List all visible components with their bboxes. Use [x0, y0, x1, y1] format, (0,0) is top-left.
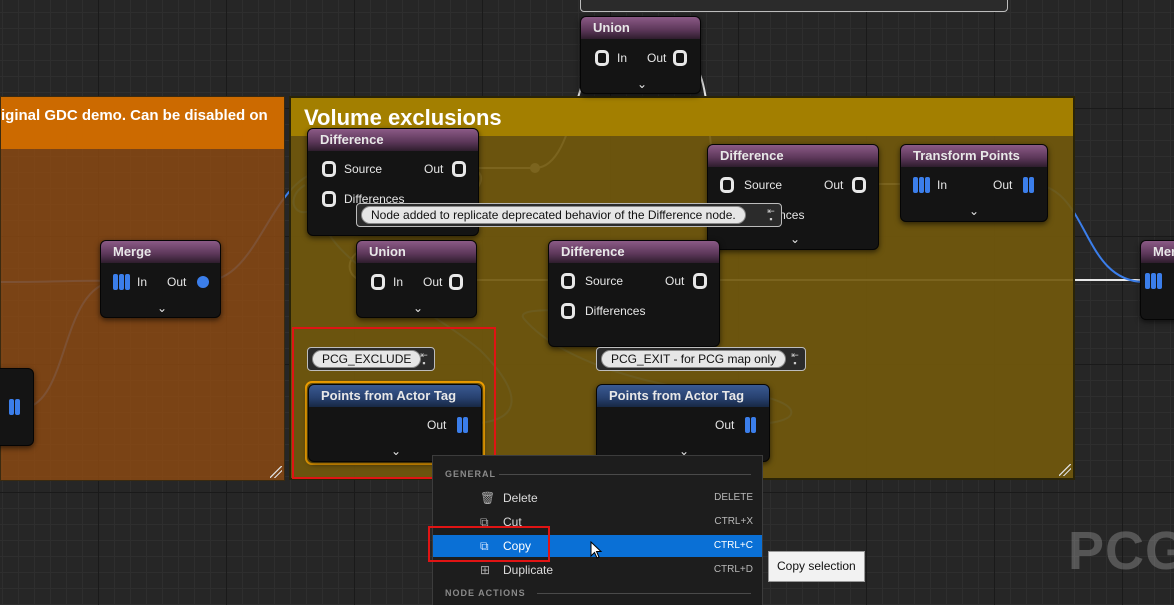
pin-row-source: Source Out: [720, 175, 870, 195]
node-note-bubble: Node added to replicate deprecated behav…: [356, 203, 782, 227]
resize-grip-icon[interactable]: [1059, 464, 1071, 476]
pin-out-icon[interactable]: [452, 161, 466, 177]
pcg-watermark: PCG: [1068, 521, 1174, 581]
menu-section-general: GENERAL: [445, 469, 497, 479]
comment-title: iginal GDC demo. Can be disabled on: [1, 107, 268, 124]
node-title: Union: [357, 241, 476, 263]
resize-grip-icon[interactable]: [270, 466, 282, 478]
pin-row-in: In Out: [371, 272, 471, 292]
node-title: Transform Points: [901, 145, 1047, 167]
tag-label: PCG_EXIT - for PCG map only: [601, 350, 787, 368]
node-title: Difference: [549, 241, 719, 263]
pin-in-icon[interactable]: [561, 303, 575, 319]
pin-row-in: In Out: [913, 175, 1043, 195]
menu-item-shortcut: CTRL+X: [714, 516, 753, 527]
pin-out-icon[interactable]: [852, 177, 866, 193]
pin-label: Differences: [585, 304, 646, 318]
pin-label: In: [617, 51, 628, 65]
node-merge-left[interactable]: Merge In Out ⌄: [100, 240, 221, 318]
node-transform-points[interactable]: Transform Points In Out ⌄: [900, 144, 1048, 222]
comment-header[interactable]: iginal GDC demo. Can be disabled on: [1, 97, 284, 149]
pin-row-out: Out: [715, 415, 765, 435]
pin-out-icon[interactable]: [197, 276, 209, 288]
node-difference-3[interactable]: Difference Source Out Differences: [548, 240, 720, 347]
menu-item-shortcut: CTRL+D: [713, 564, 753, 575]
node-title: Points from Actor Tag: [597, 385, 769, 407]
menu-section-node-actions: NODE ACTIONS: [445, 588, 526, 598]
pin-row-in: In Out: [595, 48, 695, 68]
node-title: Mer: [1141, 241, 1174, 263]
chevron-down-icon[interactable]: ⌄: [969, 205, 979, 217]
node-title: Difference: [308, 129, 478, 151]
pin-out-icon[interactable]: [673, 50, 687, 66]
menu-item-shortcut: CTRL+C: [713, 540, 753, 551]
menu-item-label: Duplicate: [503, 563, 554, 577]
tag-bubble-exit: PCG_EXIT - for PCG map only ⇤ ▪: [596, 347, 806, 371]
pin-label: Source: [585, 274, 624, 288]
pin-in-icon[interactable]: [322, 161, 336, 177]
pin-label: Out: [824, 178, 844, 192]
node-difference-2[interactable]: Difference Source Out Differences ⌄: [707, 144, 879, 250]
menu-item-label: Delete: [503, 491, 538, 505]
pin-label: Out: [993, 178, 1013, 192]
node-merge-right[interactable]: Mer: [1140, 240, 1174, 320]
pin-label: Out: [424, 162, 444, 176]
pin-label: Out: [665, 274, 685, 288]
node-title: Difference: [708, 145, 878, 167]
menu-item-shortcut: DELETE: [714, 492, 753, 503]
chevron-down-icon[interactable]: ⌄: [157, 302, 167, 314]
pin-label: Out: [423, 275, 443, 289]
pin-label: Out: [715, 418, 735, 432]
node-title: Union: [581, 17, 700, 39]
pin-out-icon[interactable]: [449, 274, 463, 290]
duplicate-icon: ⊞: [480, 563, 491, 577]
pin-in-icon[interactable]: [720, 177, 734, 193]
mouse-cursor-icon: [590, 541, 603, 559]
pin-label: Out: [647, 51, 667, 65]
node-note-text: Node added to replicate deprecated behav…: [361, 206, 746, 224]
pin-label: Source: [344, 162, 383, 176]
pin-label: In: [137, 275, 148, 289]
chevron-down-icon[interactable]: ⌄: [413, 302, 423, 314]
pin-in-icon[interactable]: [595, 50, 609, 66]
pin-row-differences: Differences: [561, 301, 711, 321]
node-note-bubble-top: [580, 0, 1008, 12]
pin-label: In: [393, 275, 404, 289]
node-partial-left[interactable]: [0, 368, 34, 446]
highlight-box-copy: [428, 526, 550, 562]
pin-in-icon[interactable]: [371, 274, 385, 290]
copy-selection-tooltip: Copy selection: [768, 551, 865, 582]
pin-comment-icon[interactable]: ⇤ ▪: [789, 351, 801, 368]
pin-row-in: In Out: [113, 272, 217, 292]
trash-icon: 🗑: [480, 491, 496, 505]
pin-comment-icon[interactable]: ⇤ ▪: [765, 207, 777, 224]
menu-divider: [537, 593, 751, 594]
node-union-top[interactable]: Union In Out ⌄: [580, 16, 701, 94]
node-union-mid[interactable]: Union In Out ⌄: [356, 240, 477, 318]
node-title: Merge: [101, 241, 220, 263]
chevron-down-icon[interactable]: ⌄: [637, 78, 647, 90]
pin-in-icon[interactable]: [322, 191, 336, 207]
pin-label: In: [937, 178, 948, 192]
menu-divider: [499, 474, 751, 475]
menu-item-delete[interactable]: 🗑 Delete DELETE: [433, 487, 762, 509]
pin-out-icon[interactable]: [693, 273, 707, 289]
node-points-from-actor-tag-2[interactable]: Points from Actor Tag Out ⌄: [596, 384, 770, 462]
pin-row-source: Source Out: [561, 271, 711, 291]
pin-label: Source: [744, 178, 783, 192]
chevron-down-icon[interactable]: ⌄: [790, 233, 800, 245]
pin-in-icon[interactable]: [561, 273, 575, 289]
pin-row-source: Source Out: [322, 159, 472, 179]
pin-label: Out: [167, 275, 187, 289]
menu-item-duplicate[interactable]: ⊞ Duplicate CTRL+D: [433, 559, 762, 581]
